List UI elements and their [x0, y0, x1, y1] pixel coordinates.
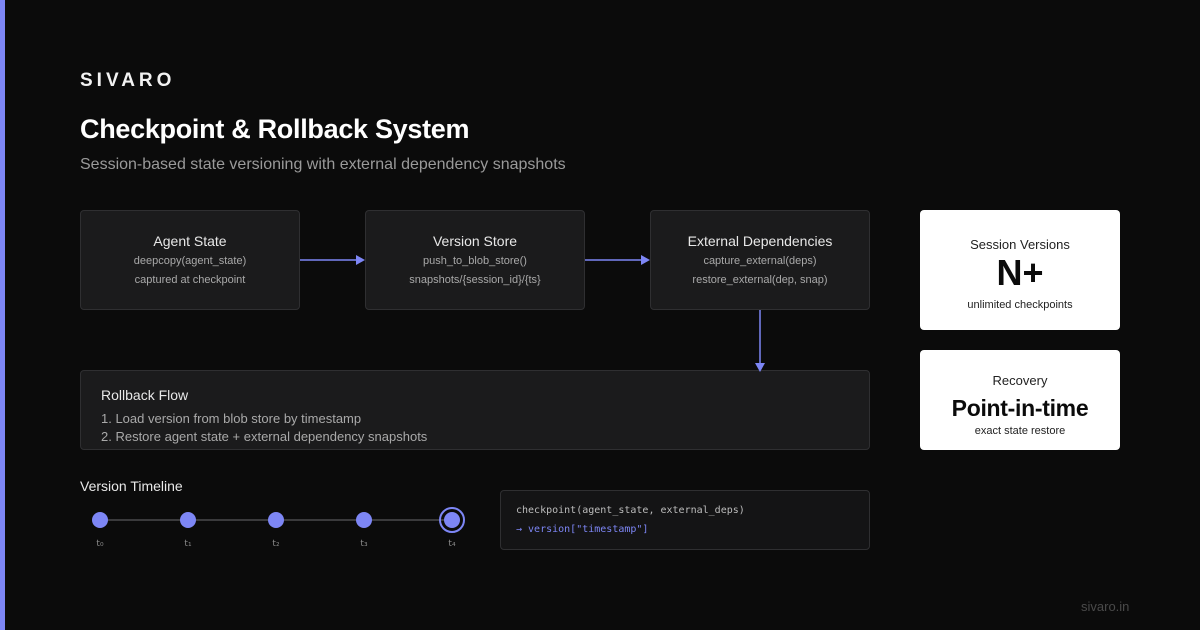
timeline-tick: t₀ [96, 539, 104, 549]
timeline-tick: t₁ [184, 539, 192, 549]
timeline-point[interactable] [356, 512, 372, 528]
node-line: captured at checkpoint [134, 274, 246, 286]
node-line: push_to_blob_store() [423, 255, 527, 267]
node-line: snapshots/{session_id}/{ts} [409, 274, 541, 286]
rollback-step: 1. Load version from blob store by times… [101, 411, 362, 426]
accent-bar [0, 0, 5, 630]
brand-logo: SIVARO [80, 70, 176, 91]
timeline-point[interactable] [92, 512, 108, 528]
timeline-point[interactable] [180, 512, 196, 528]
node-version-store: Version Store push_to_blob_store() snaps… [365, 210, 585, 310]
rollback-step: 2. Restore agent state + external depend… [101, 429, 428, 444]
timeline-tick: t₃ [360, 539, 368, 549]
stat-label: Recovery [992, 373, 1048, 388]
arrow-agent-to-store [300, 255, 365, 265]
node-line: capture_external(deps) [703, 255, 817, 267]
node-line: deepcopy(agent_state) [133, 255, 247, 267]
code-line: checkpoint(agent_state, external_deps) [516, 505, 745, 516]
node-external-dependencies: External Dependencies capture_external(d… [650, 210, 870, 310]
node-agent-state: Agent State deepcopy(agent_state) captur… [80, 210, 300, 310]
timeline-tick: t₄ [448, 539, 456, 549]
timeline-point-active[interactable] [444, 512, 460, 528]
stat-caption: unlimited checkpoints [967, 299, 1073, 311]
footer-domain[interactable]: sivaro.in [1081, 599, 1129, 614]
node-title: Agent State [153, 233, 227, 249]
node-title: Version Store [432, 233, 518, 249]
page-subtitle: Session-based state versioning with exte… [80, 156, 566, 173]
stat-card-session-versions: Session Versions N+ unlimited checkpoint… [920, 210, 1120, 330]
stat-caption: exact state restore [974, 425, 1066, 437]
node-line: restore_external(dep, snap) [692, 274, 828, 286]
timeline-active-ring [439, 507, 465, 533]
stat-card-recovery: Recovery Point-in-time exact state resto… [920, 350, 1120, 450]
stat-value: N+ [996, 252, 1044, 293]
code-snippet: checkpoint(agent_state, external_deps) →… [500, 490, 870, 550]
code-line: → version["timestamp"] [516, 524, 649, 535]
timeline-point[interactable] [268, 512, 284, 528]
stat-value: Point-in-time [951, 395, 1089, 421]
page-title: Checkpoint & Rollback System [80, 114, 470, 144]
arrow-store-to-external [585, 255, 650, 265]
timeline-tick: t₂ [272, 539, 280, 549]
stat-label: Session Versions [970, 237, 1070, 252]
rollback-title: Rollback Flow [101, 387, 189, 403]
node-title: External Dependencies [687, 233, 833, 249]
rollback-flow-box: Rollback Flow 1. Load version from blob … [80, 370, 870, 450]
timeline-label: Version Timeline [80, 478, 183, 494]
arrow-external-to-rollback [755, 310, 765, 372]
